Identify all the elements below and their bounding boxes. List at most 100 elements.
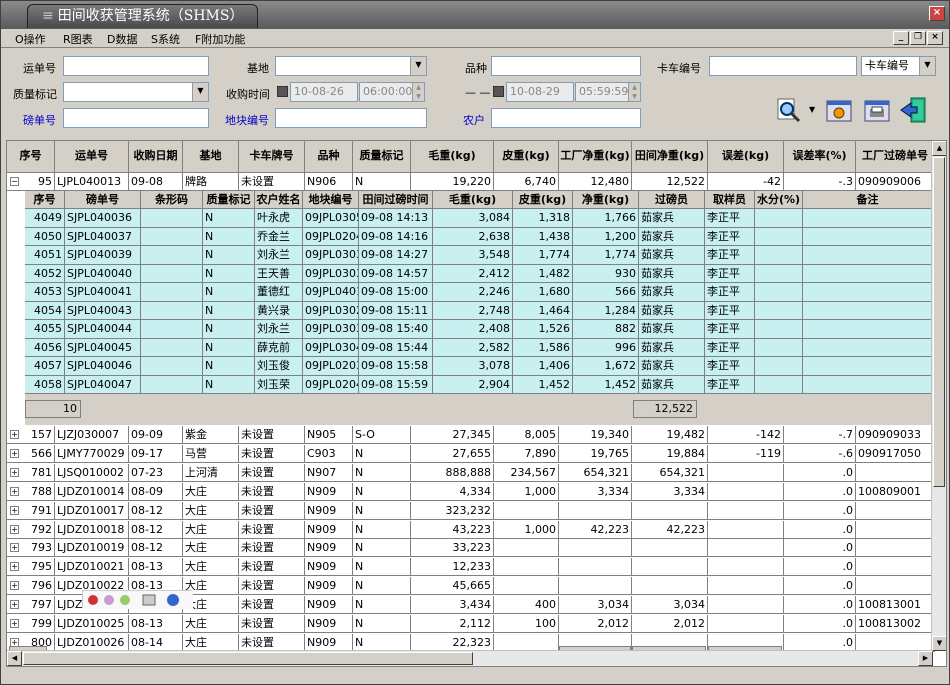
column-header[interactable]: 皮重(kg) [494, 141, 559, 173]
harvest-grid[interactable]: 序号 运单号 收购日期 基地 卡车牌号 品种 质量标记 毛重(kg) 皮重(kg) 工厂净重(kg… [6, 140, 947, 667]
date-to-checkbox[interactable] [493, 86, 504, 97]
menu-operate[interactable]: O操作 [15, 31, 46, 47]
subgrid-row[interactable]: 4050SJPL040037 N乔金兰09JPL0204512109-08 14:… [25, 227, 933, 246]
expand-icon[interactable]: + [10, 619, 19, 628]
subgrid-column-header[interactable]: 水分(%) [755, 191, 803, 209]
menu-addons[interactable]: F附加功能 [195, 31, 245, 47]
vertical-scroll-thumb[interactable] [933, 157, 945, 487]
menu-chart[interactable]: R图表 [63, 31, 93, 47]
subgrid-row[interactable]: 4053SJPL040041 N董德红09JPL0401010809-08 15:… [25, 283, 933, 302]
table-row[interactable]: 793 LJDZ010019 08-12 大庄 未设置 N909 N 33,223.0 + [7, 539, 935, 558]
subgrid-row[interactable]: 4058SJPL040047 N刘玉荣09JPL0204004409-08 15:… [25, 375, 933, 394]
subgrid-column-header[interactable]: 序号 [25, 191, 65, 209]
scroll-down-icon[interactable]: ▼ [932, 636, 946, 651]
subgrid-column-header[interactable]: 备注 [803, 191, 933, 209]
search-icon[interactable] [775, 97, 803, 125]
mdi-minimize-button[interactable]: _ [893, 31, 909, 45]
settings-window-icon[interactable] [825, 97, 853, 125]
table-row[interactable]: 781 LJSQ010002 07-23 上河清 未设置 N907 N 888,888 234,… [7, 463, 935, 482]
horizontal-scroll-thumb[interactable] [23, 652, 473, 665]
detail-subgrid[interactable]: 序号 磅单号 条形码 质量标记 农户姓名 地块编号 田间过磅时间 毛重(kg) 皮重(kg) 净重… [25, 191, 933, 425]
subgrid-row[interactable]: 4055SJPL040044 N刘永兰09JPL0303316609-08 15:… [25, 320, 933, 339]
column-header[interactable]: 误差率(%) [784, 141, 856, 173]
subgrid-column-header[interactable]: 取样员 [705, 191, 755, 209]
expand-icon[interactable]: + [10, 581, 19, 591]
subgrid-column-header[interactable]: 过磅员 [639, 191, 705, 209]
print-icon[interactable] [863, 97, 891, 125]
column-header[interactable]: 基地 [183, 141, 239, 173]
column-header[interactable]: 序号 [7, 141, 55, 173]
mdi-restore-button[interactable]: ❐ [910, 31, 926, 45]
column-header[interactable]: 收购日期 [129, 141, 183, 173]
quality-select[interactable]: ▼ [63, 82, 209, 102]
column-header[interactable]: 工厂净重(kg) [559, 141, 632, 173]
subgrid-column-header[interactable]: 地块编号 [303, 191, 359, 209]
scroll-up-icon[interactable]: ▲ [932, 141, 946, 156]
close-button[interactable]: × [929, 6, 945, 21]
subgrid-column-header[interactable]: 质量标记 [203, 191, 255, 209]
subgrid-row[interactable]: 4056SJPL040045 N薛克前09JPL0304711309-08 15:… [25, 338, 933, 357]
table-row-expanded[interactable]: 95 LJPL040013 09-08 牌路 未设置 N906 N 19,220 6,740 12… [7, 173, 935, 191]
collapse-icon[interactable]: − [10, 177, 19, 186]
plot-input[interactable] [275, 108, 427, 128]
menu-system[interactable]: S系统 [151, 31, 180, 47]
expand-icon[interactable]: + [10, 486, 19, 496]
subgrid-column-header[interactable]: 净重(kg) [573, 191, 639, 209]
subgrid-column-header[interactable]: 毛重(kg) [433, 191, 513, 209]
date-to-input[interactable]: 10-08-29 [506, 82, 574, 102]
table-row[interactable]: 795 LJDZ010021 08-13 大庄 未设置 N909 N 12,233.0 + [7, 558, 935, 577]
farmer-input[interactable] [491, 108, 641, 128]
weigh-ticket-input[interactable] [63, 108, 209, 128]
date-from-checkbox[interactable] [277, 86, 288, 97]
expand-icon[interactable]: + [10, 467, 19, 477]
table-row[interactable]: 792 LJDZ010018 08-12 大庄 未设置 N909 N 43,223 1,000 4… [7, 520, 935, 539]
table-row[interactable]: 566 LJMY770029 09-17 马营 未设置 C903 N 27,655 7,890 1… [7, 444, 935, 463]
subgrid-column-header[interactable]: 条形码 [141, 191, 203, 209]
base-select[interactable]: ▼ [275, 56, 427, 76]
variety-input[interactable] [491, 56, 641, 76]
table-row[interactable]: 799 LJDZ010025 08-13 大庄 未设置 N909 N 2,112 100 2,01… [7, 615, 935, 633]
menu-data[interactable]: D数据 [107, 31, 137, 47]
subgrid-column-header[interactable]: 农户姓名 [255, 191, 303, 209]
truck-input[interactable] [709, 56, 857, 76]
expand-icon[interactable]: + [10, 524, 19, 534]
column-header[interactable]: 工厂过磅单号 [856, 141, 935, 173]
spinner-icon[interactable]: ▲ ▼ [412, 83, 424, 101]
expand-icon[interactable]: + [10, 430, 19, 439]
expand-icon[interactable]: + [10, 448, 19, 458]
column-header[interactable]: 毛重(kg) [411, 141, 494, 173]
time-from-input[interactable]: 06:00:00 ▲ ▼ [359, 82, 425, 102]
column-header[interactable]: 卡车牌号 [239, 141, 305, 173]
expand-icon[interactable]: + [10, 505, 19, 515]
subgrid-column-header[interactable]: 皮重(kg) [513, 191, 573, 209]
expand-icon[interactable]: + [10, 562, 19, 572]
subgrid-row[interactable]: 4049SJPL040036 N叶永虎09JPL0305523709-08 14:… [25, 209, 933, 228]
subgrid-row[interactable]: 4054SJPL040043 N黄兴录09JPL0302412709-08 15:… [25, 301, 933, 320]
scroll-left-icon[interactable]: ◀ [7, 651, 22, 666]
time-to-input[interactable]: 05:59:59 ▲ ▼ [575, 82, 641, 102]
spinner-icon[interactable]: ▲ ▼ [628, 83, 640, 101]
scroll-right-icon[interactable]: ▶ [918, 651, 933, 666]
subgrid-column-header[interactable]: 磅单号 [65, 191, 141, 209]
exit-icon[interactable] [899, 95, 927, 123]
expand-icon[interactable]: + [10, 600, 19, 610]
subgrid-row[interactable]: 4052SJPL040040 N王天善09JPL0303605509-08 14:… [25, 264, 933, 283]
truck-field-select[interactable]: 卡车编号 ▼ [861, 56, 936, 76]
ime-toolbar[interactable] [82, 590, 193, 609]
subgrid-row[interactable]: 4057SJPL040046 N刘玉俊09JPL0203609009-08 15:… [25, 357, 933, 376]
mdi-close-button[interactable]: × [927, 31, 943, 45]
table-row[interactable]: 157 LJZJ030007 09-09 紫金 未设置 N905 S-O 27,345 8,00… [7, 426, 935, 444]
vertical-scrollbar[interactable]: ▲ ▼ [931, 141, 946, 651]
expand-icon[interactable]: + [10, 543, 19, 553]
chevron-down-icon[interactable]: ▼ [809, 105, 815, 114]
column-header[interactable]: 品种 [305, 141, 353, 173]
subgrid-row[interactable]: 4051SJPL040039 N刘永兰09JPL0303316009-08 14:… [25, 246, 933, 265]
column-header[interactable]: 误差(kg) [708, 141, 784, 173]
column-header[interactable]: 运单号 [55, 141, 129, 173]
horizontal-scrollbar[interactable]: ◀ ▶ [7, 650, 933, 666]
waybill-input[interactable] [63, 56, 209, 76]
column-header[interactable]: 田间净重(kg) [632, 141, 708, 173]
table-row[interactable]: 791 LJDZ010017 08-12 大庄 未设置 N909 N 323,232.0 + [7, 501, 935, 520]
date-from-input[interactable]: 10-08-26 [290, 82, 358, 102]
subgrid-column-header[interactable]: 田间过磅时间 [359, 191, 433, 209]
